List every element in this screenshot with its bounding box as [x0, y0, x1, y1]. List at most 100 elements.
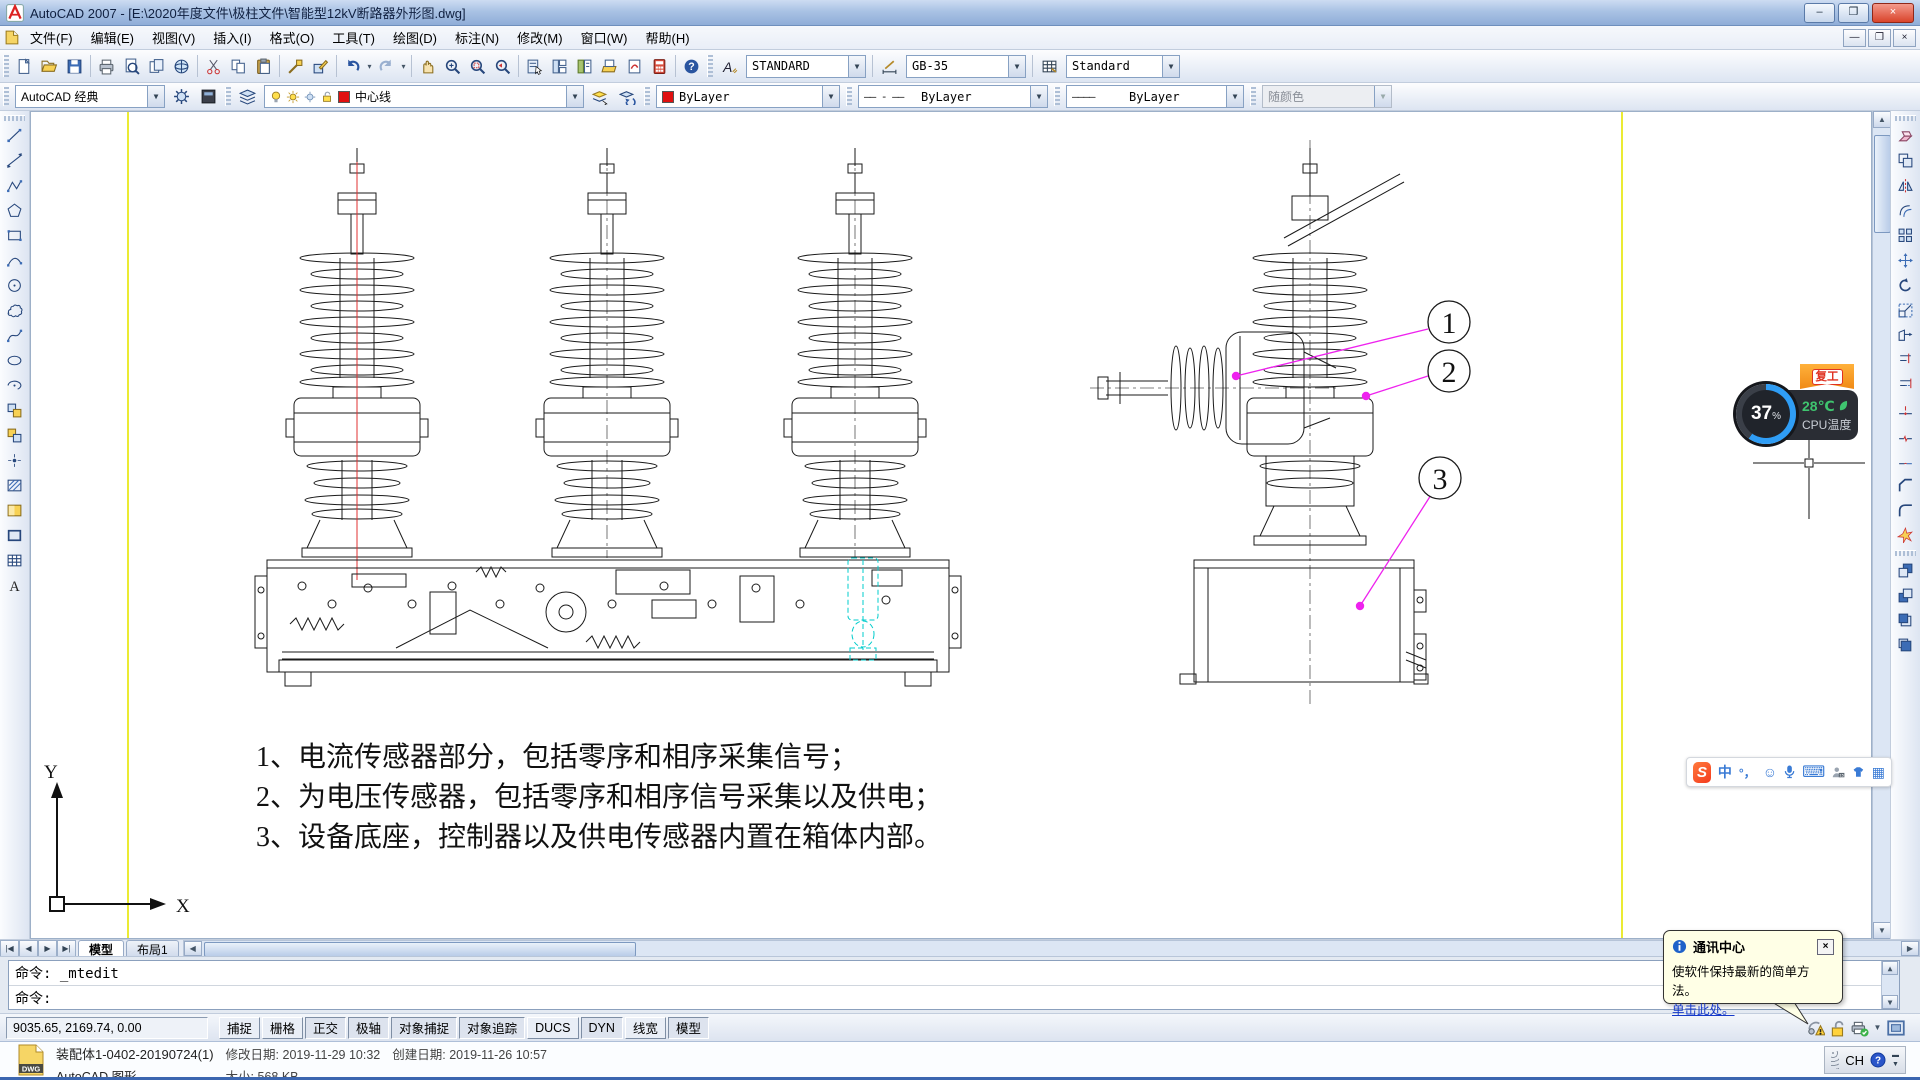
text-style-combo[interactable]: STANDARD▼ [746, 55, 866, 78]
redo-icon[interactable] [374, 54, 399, 79]
tool-palettes-icon[interactable] [572, 54, 597, 79]
chevron-down-icon[interactable]: ▼ [1162, 56, 1179, 77]
menu-item-2[interactable]: 视图(V) [143, 25, 204, 50]
scrollbar-thumb[interactable] [204, 942, 636, 957]
bring-above-objects-icon[interactable] [1893, 608, 1918, 633]
arc-icon[interactable] [2, 248, 27, 273]
unlock-icon[interactable] [1829, 1019, 1847, 1037]
stretch-icon[interactable] [1893, 323, 1918, 348]
langbar-options-icon[interactable]: ▼ [1892, 1061, 1899, 1068]
workspace-settings-icon[interactable] [168, 83, 195, 110]
cut-icon[interactable] [201, 54, 226, 79]
doc-minimize-button[interactable]: — [1843, 29, 1866, 47]
help-icon[interactable]: ? [679, 54, 704, 79]
properties-icon[interactable] [522, 54, 547, 79]
scroll-up-icon[interactable]: ▲ [1873, 111, 1891, 128]
paste-icon[interactable] [251, 54, 276, 79]
layer-vp-sun-icon[interactable] [303, 90, 317, 104]
toolbar-grip[interactable] [225, 87, 231, 106]
insert-block-icon[interactable] [2, 398, 27, 423]
gradient-icon[interactable] [2, 498, 27, 523]
emoji-icon[interactable]: ☺ [1763, 764, 1777, 780]
my-workspace-icon[interactable] [195, 83, 222, 110]
toolbar-grip[interactable] [644, 87, 650, 106]
make-block-icon[interactable] [2, 423, 27, 448]
scroll-right-icon[interactable]: ▶ [1901, 941, 1919, 956]
layer-previous-icon[interactable] [614, 83, 641, 110]
make-object-layer-current-icon[interactable] [587, 83, 614, 110]
punctuation-icon[interactable]: °， [1739, 764, 1756, 781]
doc-restore-button[interactable]: ❐ [1868, 29, 1891, 47]
copy-icon[interactable] [226, 54, 251, 79]
minimize-button[interactable]: – [1804, 3, 1835, 23]
scrollbar-thumb[interactable] [1874, 135, 1891, 233]
join-icon[interactable] [1893, 448, 1918, 473]
table-style-combo[interactable]: Standard▼ [1066, 55, 1180, 78]
revision-cloud-icon[interactable] [2, 298, 27, 323]
chinese-mode-icon[interactable]: 中 [1718, 762, 1732, 782]
polygon-icon[interactable] [2, 198, 27, 223]
toolbar-grip[interactable] [3, 87, 9, 106]
sogou-logo-icon[interactable]: S [1693, 762, 1711, 783]
keyboard-icon[interactable]: ⌨ [1802, 762, 1825, 782]
toolbar-grip[interactable] [1895, 115, 1915, 121]
scroll-down-icon[interactable]: ▼ [1882, 995, 1898, 1009]
command-scrollbar[interactable]: ▲ ▼ [1881, 961, 1899, 1009]
bring-to-front-icon[interactable] [1893, 558, 1918, 583]
circle-icon[interactable] [2, 273, 27, 298]
publish-icon[interactable] [144, 54, 169, 79]
menu-item-8[interactable]: 修改(M) [508, 25, 572, 50]
toolbar-grip[interactable] [1250, 87, 1256, 106]
tab-model[interactable]: 模型 [78, 940, 124, 957]
language-indicator[interactable]: CH [1845, 1053, 1864, 1068]
plot-status-icon[interactable] [1851, 1019, 1869, 1037]
rectangle-icon[interactable] [2, 223, 27, 248]
menu-item-7[interactable]: 标注(N) [446, 25, 508, 50]
toggle-2[interactable]: 正交 [305, 1017, 346, 1039]
ime-help-icon[interactable]: ? [1870, 1052, 1886, 1068]
save-icon[interactable] [62, 54, 87, 79]
send-under-objects-icon[interactable] [1893, 633, 1918, 658]
layer-properties-icon[interactable] [234, 83, 261, 110]
scroll-down-icon[interactable]: ▼ [1873, 922, 1891, 939]
layer-unlock-icon[interactable] [320, 90, 334, 104]
toggle-9[interactable]: 模型 [668, 1017, 709, 1039]
new-icon[interactable] [12, 54, 37, 79]
tab-nav-3[interactable]: ▶| [57, 940, 76, 957]
balloon-link[interactable]: 单击此处。 [1672, 999, 1834, 1018]
menu-item-9[interactable]: 窗口(W) [572, 25, 637, 50]
zoom-previous-icon[interactable] [490, 54, 515, 79]
ellipse-arc-icon[interactable] [2, 373, 27, 398]
rotate-icon[interactable] [1893, 273, 1918, 298]
quickcalc-icon[interactable] [647, 54, 672, 79]
tray-dropdown-icon[interactable]: ▼ [1873, 1023, 1882, 1032]
chevron-down-icon[interactable]: ▼ [147, 86, 164, 107]
tab-layout1[interactable]: 布局1 [126, 940, 179, 957]
tab-nav-0[interactable]: |◀ [0, 940, 19, 957]
toggle-3[interactable]: 极轴 [348, 1017, 389, 1039]
layer-combo[interactable]: 中心线 ▼ [264, 85, 584, 108]
pan-realtime-icon[interactable] [415, 54, 440, 79]
sheetset-manager-icon[interactable] [597, 54, 622, 79]
menu-item-5[interactable]: 工具(T) [323, 25, 384, 50]
polyline-icon[interactable] [2, 173, 27, 198]
trim-icon[interactable] [1893, 348, 1918, 373]
undo-icon[interactable] [340, 54, 365, 79]
chevron-down-icon[interactable]: ▼ [822, 86, 839, 107]
toolbar-grip[interactable] [1895, 550, 1915, 556]
array-icon[interactable] [1893, 223, 1918, 248]
menu-item-4[interactable]: 格式(O) [261, 25, 324, 50]
toggle-6[interactable]: DUCS [527, 1017, 578, 1039]
toggle-5[interactable]: 对象追踪 [459, 1017, 525, 1039]
chevron-down-icon[interactable]: ▼ [848, 56, 865, 77]
designcenter-icon[interactable] [547, 54, 572, 79]
explode-icon[interactable] [1893, 523, 1918, 548]
cpu-monitor-widget[interactable]: 复工 28℃ CPU温度 37% [1736, 364, 1862, 444]
erase-icon[interactable] [1893, 123, 1918, 148]
menu-item-1[interactable]: 编辑(E) [82, 25, 143, 50]
toggle-1[interactable]: 栅格 [262, 1017, 303, 1039]
move-icon[interactable] [1893, 248, 1918, 273]
toolbar-grip[interactable] [1054, 87, 1060, 106]
copy-object-icon[interactable] [1893, 148, 1918, 173]
toolbar-grip[interactable] [3, 55, 9, 77]
